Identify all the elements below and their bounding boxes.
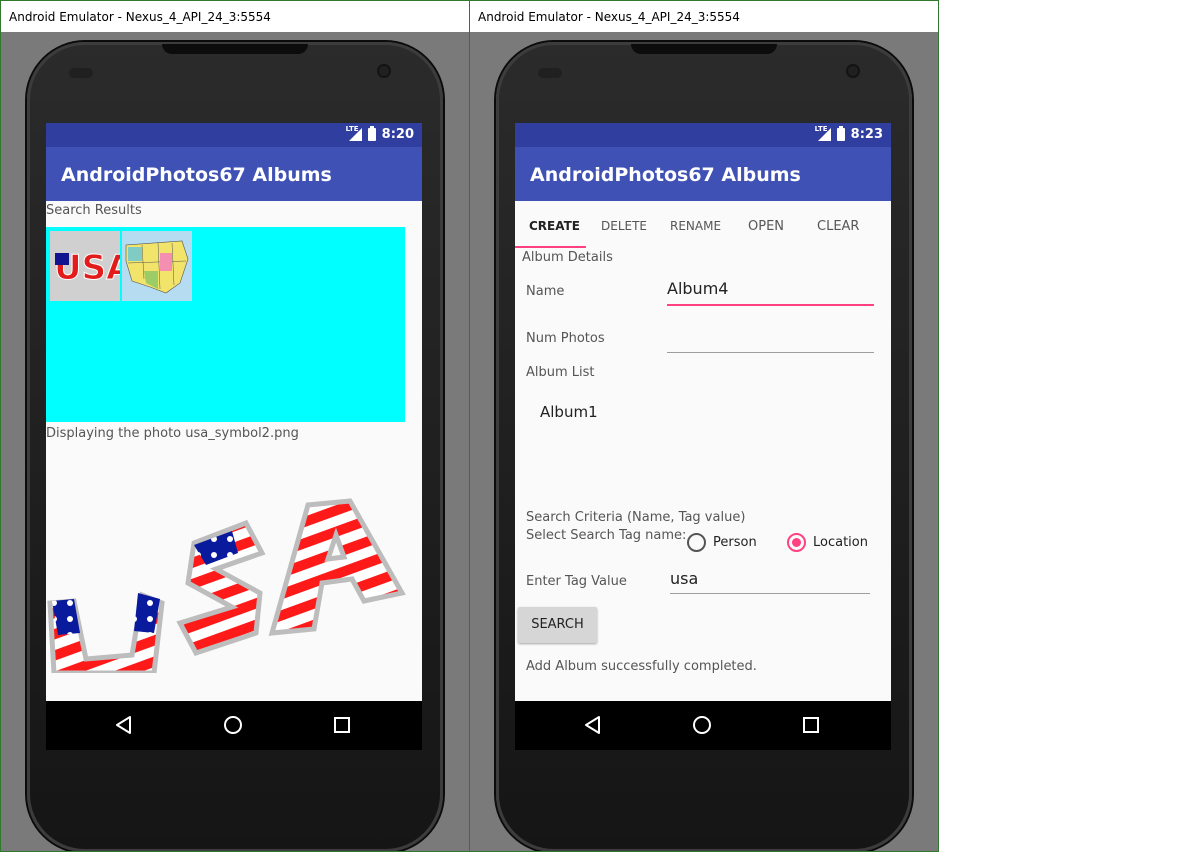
radio-location[interactable] [787, 533, 806, 552]
album-list-label: Album List [526, 365, 595, 380]
navigation-bar [46, 701, 422, 750]
name-label: Name [526, 284, 565, 299]
name-field[interactable]: Album4 [667, 279, 874, 306]
displaying-photo-label: Displaying the photo usa_symbol2.png [46, 426, 299, 441]
signal-icon: LTE [815, 125, 831, 141]
tab-bar: CREATE DELETE RENAME OPEN CLEAR [515, 201, 891, 248]
window-title: Android Emulator - Nexus_4_API_24_3:5554 [1, 1, 469, 32]
status-bar: LTE 8:20 [46, 123, 422, 147]
window-title: Android Emulator - Nexus_4_API_24_3:5554 [470, 1, 938, 32]
num-photos-field[interactable] [667, 324, 874, 353]
phone-screen: LTE 8:20 AndroidPhotos67 Albums Search R… [46, 123, 422, 750]
search-criteria-label: Search Criteria (Name, Tag value) [526, 510, 746, 525]
tab-create[interactable]: CREATE [529, 219, 580, 233]
recents-icon[interactable] [799, 713, 823, 737]
displayed-photo [46, 483, 422, 676]
emulator-window-right: Android Emulator - Nexus_4_API_24_3:5554… [469, 0, 939, 852]
search-results-label: Search Results [46, 203, 142, 218]
photo-thumbnail-map[interactable] [122, 231, 192, 301]
radio-person-label[interactable]: Person [713, 535, 757, 550]
status-time: 8:20 [381, 127, 414, 142]
speaker-grille [162, 44, 308, 54]
front-camera [377, 64, 391, 78]
tab-delete[interactable]: DELETE [601, 219, 647, 233]
status-time: 8:23 [850, 127, 883, 142]
status-bar: LTE 8:23 [515, 123, 891, 147]
photo-thumbnail-usa[interactable]: USA [50, 231, 134, 301]
tag-value-label: Enter Tag Value [526, 574, 627, 589]
tab-open[interactable]: OPEN [748, 219, 784, 234]
tab-rename[interactable]: RENAME [670, 219, 721, 233]
home-icon[interactable] [221, 713, 245, 737]
app-title: AndroidPhotos67 Albums [515, 147, 891, 201]
sensor [538, 68, 562, 78]
radio-person[interactable] [687, 533, 706, 552]
signal-icon: LTE [346, 125, 362, 141]
radio-location-label[interactable]: Location [813, 535, 868, 550]
front-camera [846, 64, 860, 78]
album-details-label: Album Details [522, 250, 613, 265]
app-title: AndroidPhotos67 Albums [46, 147, 422, 201]
tab-clear[interactable]: CLEAR [817, 219, 859, 234]
active-tab-indicator [515, 246, 586, 248]
album-list-item[interactable]: Album1 [540, 403, 598, 421]
phone-screen: LTE 8:23 AndroidPhotos67 Albums CREATE D… [515, 123, 891, 750]
num-photos-label: Num Photos [526, 331, 605, 346]
navigation-bar [515, 701, 891, 750]
home-icon[interactable] [690, 713, 714, 737]
sensor [69, 68, 93, 78]
speaker-grille [631, 44, 777, 54]
status-message: Add Album successfully completed. [526, 659, 757, 674]
battery-icon [367, 126, 376, 141]
tag-name-label: Select Search Tag name: [526, 528, 687, 543]
back-icon[interactable] [581, 713, 605, 737]
photo-grid[interactable]: USA [46, 227, 405, 422]
back-icon[interactable] [112, 713, 136, 737]
tag-value-field[interactable]: usa [670, 569, 870, 594]
recents-icon[interactable] [330, 713, 354, 737]
search-button[interactable]: SEARCH [518, 607, 597, 643]
phone-frame: LTE 8:23 AndroidPhotos67 Albums CREATE D… [496, 42, 912, 851]
emulator-window-left: Android Emulator - Nexus_4_API_24_3:5554… [0, 0, 470, 852]
phone-frame: LTE 8:20 AndroidPhotos67 Albums Search R… [27, 42, 443, 851]
battery-icon [836, 126, 845, 141]
